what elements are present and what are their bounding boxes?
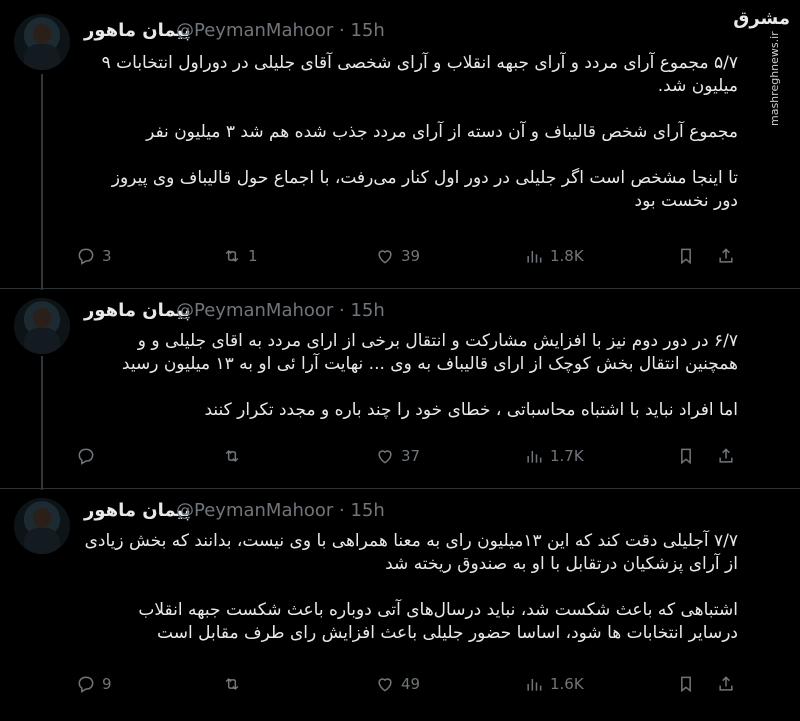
reply-count: 9	[102, 675, 112, 693]
tweet-actions: 37 1.7K	[0, 444, 800, 468]
views-button[interactable]: 1.7K	[524, 444, 584, 468]
like-button[interactable]: 37	[375, 444, 420, 468]
tweet-header: پیمان ماهور @PeymanMahoor · 15h	[84, 18, 800, 44]
tweet-header: پیمان ماهور @PeymanMahoor · 15h	[84, 298, 800, 324]
reply-button[interactable]: 3	[76, 244, 112, 268]
tweet-divider	[0, 488, 800, 489]
views-count: 1.8K	[550, 247, 584, 265]
like-count: 49	[401, 675, 421, 693]
bookmark-button[interactable]	[676, 444, 696, 468]
author-name[interactable]: پیمان ماهور	[84, 18, 191, 44]
tweet-3[interactable]: پیمان ماهور @PeymanMahoor · 15h ۷/۷ آجلی…	[0, 490, 800, 721]
heart-icon	[378, 450, 392, 464]
avatar[interactable]	[14, 498, 70, 554]
tweet-paragraph: اما افراد نباید با اشتباه محاسباتی ، خطا…	[204, 400, 738, 420]
bookmark-icon	[681, 676, 691, 693]
share-button[interactable]	[716, 444, 736, 468]
retweet-button[interactable]: 1	[222, 244, 258, 268]
share-icon	[719, 676, 733, 691]
share-icon	[719, 448, 733, 463]
like-count: 39	[401, 247, 421, 265]
heart-icon	[378, 678, 392, 692]
views-button[interactable]: 1.6K	[524, 672, 584, 696]
views-button[interactable]: 1.8K	[524, 244, 584, 268]
avatar[interactable]	[14, 14, 70, 70]
retweet-button[interactable]	[222, 444, 248, 468]
tweet-paragraph: مجموع آرای شخص قالیباف و آن دسته از آرای…	[146, 122, 738, 142]
retweet-icon	[225, 449, 239, 463]
share-icon	[719, 248, 733, 263]
reply-icon	[78, 676, 94, 693]
thread-line	[41, 356, 43, 490]
author-handle[interactable]: @PeymanMahoor · 15h	[176, 298, 385, 324]
tweet-paragraph: ۵/۷ مجموع آرای مردد و آرای جبهه انقلاب و…	[101, 53, 738, 96]
tweet-actions: 9 49 1.6K	[0, 672, 800, 696]
bookmark-icon	[681, 448, 691, 465]
retweet-icon	[225, 249, 239, 263]
views-icon	[527, 679, 542, 691]
author-handle[interactable]: @PeymanMahoor · 15h	[176, 498, 385, 524]
reply-button[interactable]	[76, 444, 102, 468]
reply-icon	[78, 248, 94, 265]
views-icon	[527, 251, 542, 263]
share-button[interactable]	[716, 672, 736, 696]
like-button[interactable]: 49	[375, 672, 420, 696]
tweet-2[interactable]: پیمان ماهور @PeymanMahoor · 15h ۶/۷ در د…	[0, 290, 800, 490]
tweet-paragraph: اشتباهی که باعث شکست شد، نباید درسال‌های…	[138, 600, 738, 643]
retweet-button[interactable]	[222, 672, 248, 696]
tweet-header: پیمان ماهور @PeymanMahoor · 15h	[84, 498, 800, 524]
views-icon	[527, 451, 542, 463]
tweet-text: ۵/۷ مجموع آرای مردد و آرای جبهه انقلاب و…	[84, 52, 738, 213]
views-count: 1.7K	[550, 447, 584, 465]
tweet-divider	[0, 288, 800, 289]
tweet-actions: 3 1 39 1.8K	[0, 244, 800, 268]
retweet-count: 1	[248, 247, 258, 265]
author-name[interactable]: پیمان ماهور	[84, 498, 191, 524]
tweet-paragraph: ۷/۷ آجلیلی دقت کند که این ۱۳میلیون رای ب…	[84, 531, 738, 574]
like-button[interactable]: 39	[375, 244, 420, 268]
tweet-text: ۶/۷ در دور دوم نیز با افزایش مشارکت و ان…	[84, 330, 738, 422]
like-count: 37	[401, 447, 421, 465]
views-count: 1.6K	[550, 675, 584, 693]
bookmark-button[interactable]	[676, 244, 696, 268]
author-handle[interactable]: @PeymanMahoor · 15h	[176, 18, 385, 44]
bookmark-button[interactable]	[676, 672, 696, 696]
tweet-paragraph: تا اینجا مشخص است اگر جلیلی در دور اول ک…	[111, 168, 738, 211]
bookmark-icon	[681, 248, 691, 265]
reply-count: 3	[102, 247, 112, 265]
author-name[interactable]: پیمان ماهور	[84, 298, 191, 324]
share-button[interactable]	[716, 244, 736, 268]
tweet-text: ۷/۷ آجلیلی دقت کند که این ۱۳میلیون رای ب…	[84, 530, 738, 645]
tweet-paragraph: ۶/۷ در دور دوم نیز با افزایش مشارکت و ان…	[121, 331, 738, 374]
reply-icon	[78, 448, 94, 465]
heart-icon	[378, 250, 392, 264]
retweet-icon	[225, 677, 239, 691]
reply-button[interactable]: 9	[76, 672, 112, 696]
tweet-1[interactable]: پیمان ماهور @PeymanMahoor · 15h ۵/۷ مجمو…	[0, 0, 800, 290]
avatar[interactable]	[14, 298, 70, 354]
